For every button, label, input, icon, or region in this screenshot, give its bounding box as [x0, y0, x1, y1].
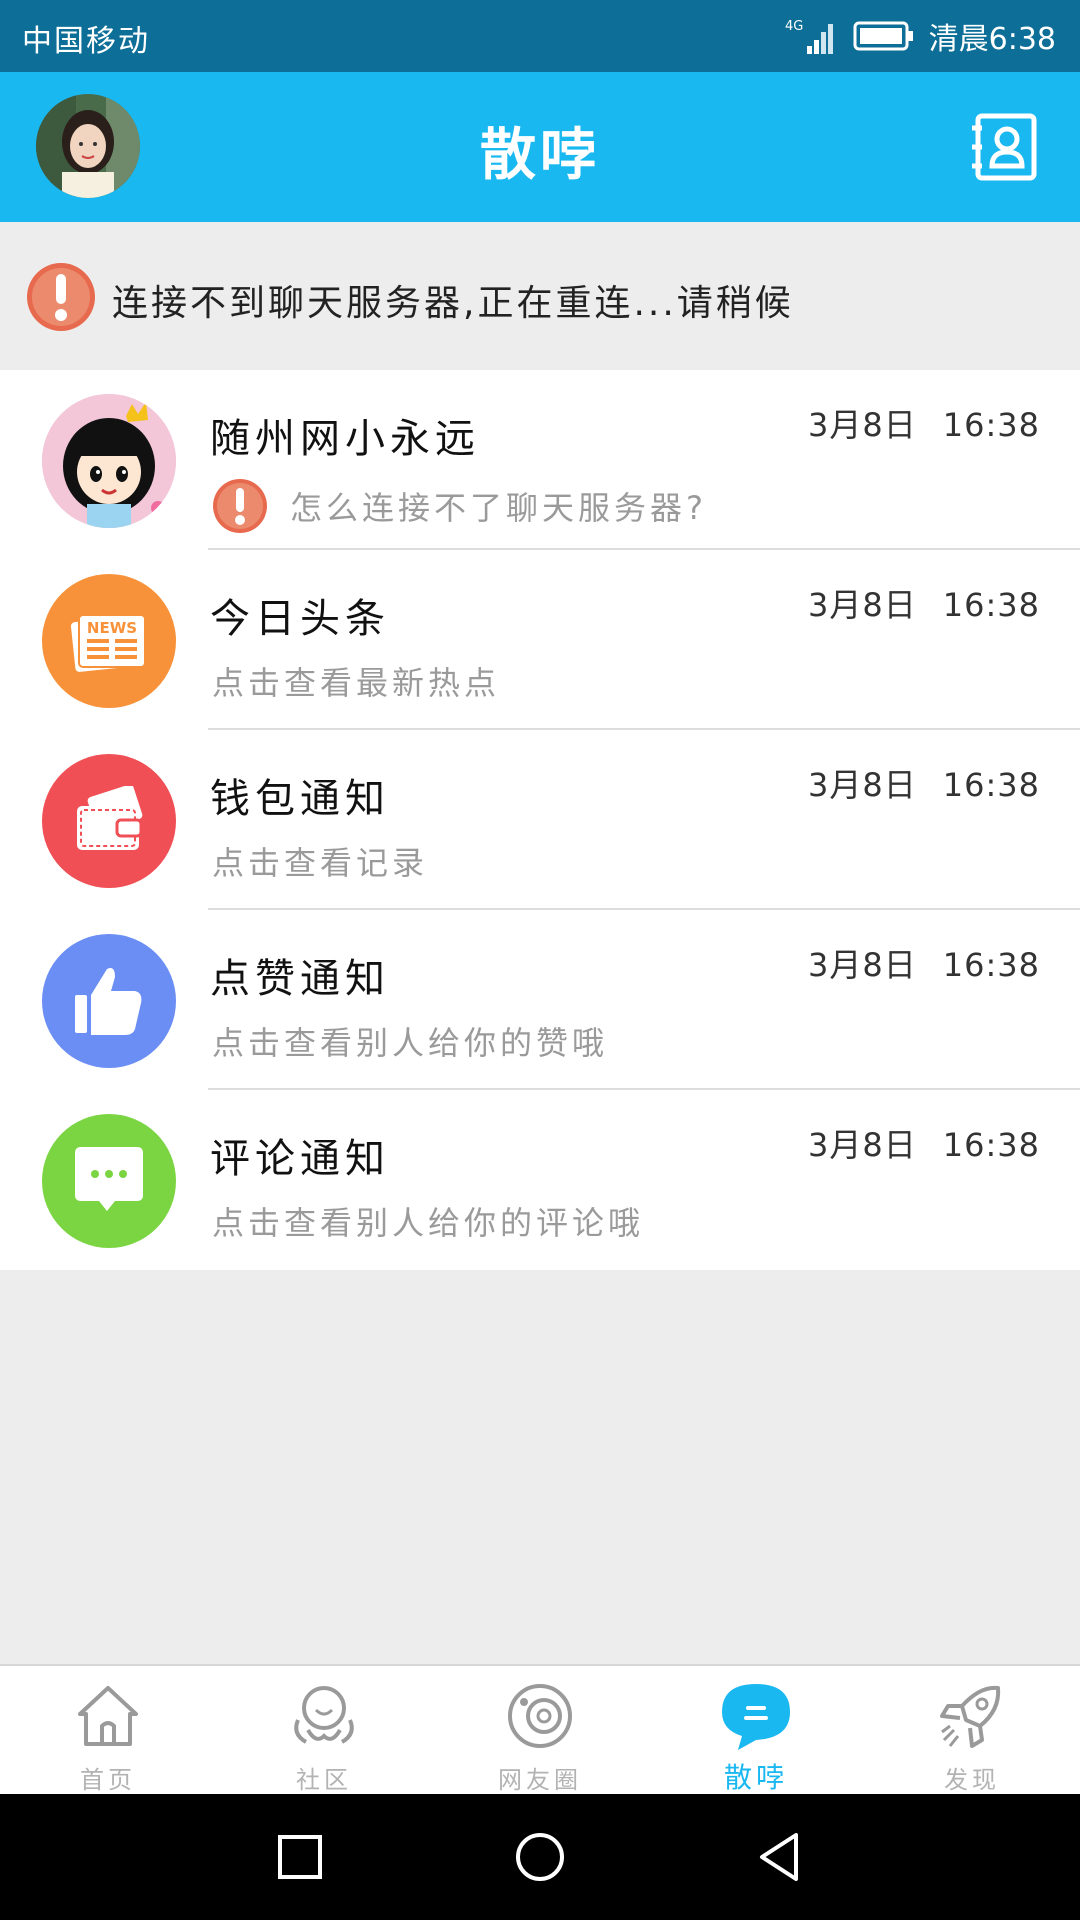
comment-icon	[42, 1114, 176, 1248]
rocket-icon	[940, 1685, 1001, 1748]
timestamp: 3月8日 16:38	[808, 760, 1040, 806]
connection-error-banner[interactable]: 连接不到聊天服务器,正在重连...请稍候	[0, 222, 1080, 370]
preview-text: 点击查看别人给你的赞哦	[212, 1024, 609, 1062]
date-text: 3月8日	[808, 946, 917, 984]
conversation-preview: 点击查看最新热点	[212, 658, 500, 704]
page-title: 散哱	[480, 123, 600, 188]
time-text: 16:38	[942, 766, 1040, 804]
tab-moments[interactable]: 网友圈	[432, 1666, 648, 1796]
status-icons: 4G 清晨6:38	[783, 12, 1056, 60]
tab-label: 社区	[296, 1766, 352, 1794]
conversation-title: 评论通知	[210, 1136, 390, 1182]
conversation-title: 点赞通知	[210, 956, 390, 1002]
carrier-name: 中国移动	[22, 24, 150, 59]
list-item[interactable]: 评论通知 点击查看别人给你的评论哦 3月8日 16:38	[0, 1090, 1080, 1270]
timestamp: 3月8日 16:38	[808, 1120, 1040, 1166]
timestamp: 3月8日 16:38	[808, 400, 1040, 446]
wallet-icon	[42, 754, 176, 888]
news-label: NEWS	[87, 619, 137, 637]
chat-bubble-icon	[722, 1684, 790, 1750]
list-item[interactable]: 钱包通知 点击查看记录 3月8日 16:38	[0, 730, 1080, 910]
list-item[interactable]: 随州网小永远 怎么连接不了聊天服务器? 3月8日 16:38	[0, 370, 1080, 550]
system-nav-bar	[0, 1794, 1080, 1920]
timestamp: 3月8日 16:38	[808, 580, 1040, 626]
preview-text: 点击查看别人给你的评论哦	[212, 1204, 645, 1242]
time-text: 16:38	[942, 946, 1040, 984]
time-text: 16:38	[942, 586, 1040, 624]
date-text: 3月8日	[808, 586, 917, 624]
banner-message: 连接不到聊天服务器,正在重连...请稍候	[112, 283, 794, 324]
time-text: 16:38	[942, 1126, 1040, 1164]
back-icon[interactable]	[750, 1827, 810, 1887]
tab-label: 散哱	[723, 1761, 788, 1794]
clock: 清晨6:38	[928, 22, 1056, 57]
battery-icon	[853, 21, 913, 51]
community-icon	[294, 1686, 354, 1744]
list-item[interactable]: 点赞通知 点击查看别人给你的赞哦 3月8日 16:38	[0, 910, 1080, 1090]
tab-label: 首页	[80, 1766, 136, 1794]
conversation-preview: 怎么连接不了聊天服务器?	[212, 478, 707, 534]
alert-icon	[27, 263, 95, 331]
moments-icon	[508, 1684, 572, 1748]
contacts-icon[interactable]	[970, 112, 1040, 182]
date-text: 3月8日	[808, 766, 917, 804]
app-bar: 散哱	[0, 72, 1080, 222]
preview-text: 点击查看记录	[212, 844, 429, 882]
status-bar: 中国移动 4G 清晨6:38	[0, 0, 1080, 72]
home-button-icon[interactable]	[510, 1827, 570, 1887]
tab-label: 网友圈	[498, 1766, 582, 1794]
conversation-title: 今日头条	[210, 596, 390, 642]
preview-text: 怎么连接不了聊天服务器?	[290, 489, 707, 527]
thumbs-up-icon	[42, 934, 176, 1068]
home-icon	[78, 1686, 138, 1746]
cartoon-girl-avatar	[42, 394, 176, 528]
conversation-preview: 点击查看别人给你的赞哦	[212, 1018, 608, 1064]
preview-text: 点击查看最新热点	[212, 664, 501, 702]
timestamp: 3月8日 16:38	[808, 940, 1040, 986]
news-icon: NEWS	[42, 574, 176, 708]
date-text: 3月8日	[808, 1126, 917, 1164]
conversation-preview: 点击查看记录	[212, 838, 428, 884]
tab-home[interactable]: 首页	[0, 1666, 216, 1796]
signal-icon: 4G	[785, 19, 833, 54]
tab-chat[interactable]: 散哱	[648, 1666, 864, 1796]
conversation-title: 钱包通知	[210, 776, 390, 822]
recent-apps-icon[interactable]	[270, 1827, 330, 1887]
conversation-list: 随州网小永远 怎么连接不了聊天服务器? 3月8日 16:38 NEWS 今日头条…	[0, 370, 1080, 1270]
conversation-title: 随州网小永远	[210, 416, 480, 462]
date-text: 3月8日	[808, 406, 917, 444]
tab-community[interactable]: 社区	[216, 1666, 432, 1796]
tab-discover[interactable]: 发现	[864, 1666, 1080, 1796]
send-failed-icon	[213, 479, 267, 533]
time-text: 16:38	[942, 406, 1040, 444]
list-item[interactable]: NEWS 今日头条 点击查看最新热点 3月8日 16:38	[0, 550, 1080, 730]
tab-label: 发现	[944, 1766, 1000, 1794]
bottom-tab-bar: 首页 社区 网友圈 散哱 发现	[0, 1664, 1080, 1796]
network-type: 4G	[785, 19, 803, 34]
conversation-preview: 点击查看别人给你的评论哦	[212, 1198, 644, 1244]
